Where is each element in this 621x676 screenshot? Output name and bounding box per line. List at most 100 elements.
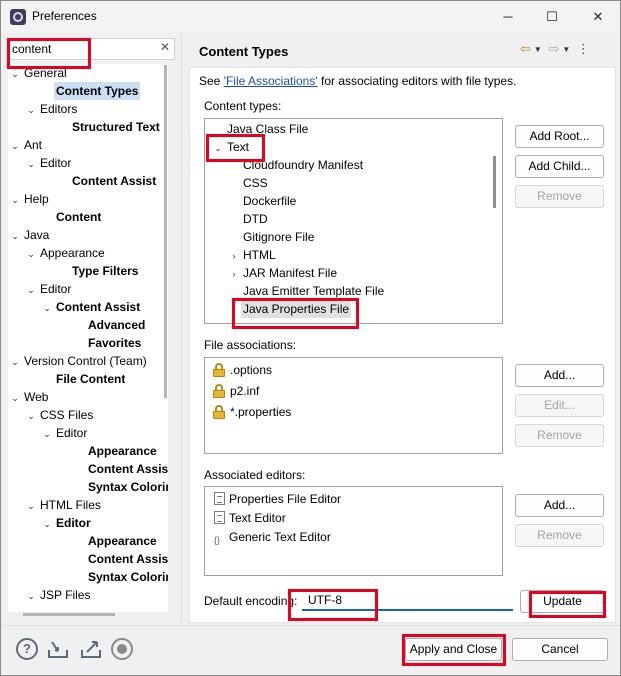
content-types-scrollbar[interactable] bbox=[493, 156, 496, 208]
remove-content-type-button[interactable]: Remove bbox=[515, 185, 604, 208]
clear-filter-icon[interactable]: ✕ bbox=[160, 40, 170, 54]
import-preferences-icon[interactable] bbox=[47, 638, 69, 660]
remove-file-association-button[interactable]: Remove bbox=[515, 424, 604, 447]
close-window-button[interactable]: ✕ bbox=[576, 1, 620, 32]
tree-item[interactable]: ⌄ General bbox=[8, 64, 69, 82]
tree-item[interactable]: Appearance bbox=[72, 442, 159, 460]
minimize-button[interactable]: ─ bbox=[486, 1, 530, 32]
content-type-item[interactable]: Cloudfoundry Manifest bbox=[227, 156, 365, 174]
tree-item[interactable]: ⌄ Appearance bbox=[24, 244, 107, 262]
add-child-button[interactable]: Add Child... bbox=[515, 155, 604, 178]
content-type-item[interactable]: Java Emitter Template File bbox=[227, 282, 386, 300]
expand-chevron-icon[interactable]: ⌄ bbox=[24, 407, 38, 425]
expand-chevron-icon[interactable]: ⌄ bbox=[24, 497, 38, 515]
expand-chevron-icon[interactable]: ⌄ bbox=[211, 139, 225, 157]
expand-chevron-icon[interactable]: ⌄ bbox=[8, 137, 22, 155]
expand-chevron-icon[interactable]: ⌄ bbox=[8, 227, 22, 245]
tree-item[interactable]: ⌄ HTML Files bbox=[24, 496, 103, 514]
tree-item-label: Editor bbox=[56, 516, 91, 530]
edit-file-association-button[interactable]: Edit... bbox=[515, 394, 604, 417]
tree-item[interactable]: Syntax Coloring bbox=[72, 478, 168, 496]
expand-chevron-icon[interactable]: ⌄ bbox=[40, 515, 54, 533]
record-icon[interactable] bbox=[111, 638, 133, 660]
tree-item[interactable]: Type Filters bbox=[56, 262, 140, 280]
tree-item[interactable]: ⌄ Content Assist bbox=[40, 298, 142, 316]
filter-input[interactable] bbox=[12, 41, 152, 57]
file-association-item[interactable]: .options bbox=[205, 361, 272, 379]
file-association-item[interactable]: *.properties bbox=[205, 403, 291, 421]
content-type-item[interactable]: Java Properties File bbox=[227, 300, 352, 318]
tree-item[interactable]: ⌄ Editor bbox=[40, 514, 93, 532]
tree-item[interactable]: Content Assist bbox=[72, 460, 168, 478]
content-type-item[interactable]: Dockerfile bbox=[227, 192, 298, 210]
help-icon[interactable]: ? bbox=[16, 638, 38, 660]
tree-item[interactable]: Structured Text bbox=[56, 118, 162, 136]
tree-item[interactable]: ⌄ Web bbox=[8, 388, 50, 406]
content-type-item[interactable]: › JAR Manifest File bbox=[227, 264, 339, 282]
remove-editor-button[interactable]: Remove bbox=[515, 524, 604, 547]
apply-and-close-button[interactable]: Apply and Close bbox=[405, 638, 502, 661]
expand-chevron-icon[interactable]: › bbox=[227, 265, 241, 283]
expand-chevron-icon[interactable]: ⌄ bbox=[40, 299, 54, 317]
back-arrow-icon[interactable]: ⇦ bbox=[520, 41, 531, 57]
tree-item[interactable]: ⌄ CSS Files bbox=[24, 406, 95, 424]
expand-chevron-icon[interactable]: ⌄ bbox=[24, 281, 38, 299]
expand-chevron-icon[interactable]: ⌄ bbox=[40, 425, 54, 443]
expand-chevron-icon[interactable]: ⌄ bbox=[8, 191, 22, 209]
content-type-item[interactable]: DTD bbox=[227, 210, 270, 228]
associated-editor-item[interactable]: Text Editor bbox=[205, 509, 286, 527]
tree-item[interactable]: ⌄ Editors bbox=[24, 100, 79, 118]
tree-item[interactable]: Content Types bbox=[40, 82, 141, 100]
add-file-association-button[interactable]: Add... bbox=[515, 364, 604, 387]
tree-item[interactable]: ⌄ Help bbox=[8, 190, 51, 208]
tree-item[interactable]: Appearance bbox=[72, 532, 159, 550]
tree-item[interactable]: Content Assist bbox=[72, 550, 168, 568]
tree-item[interactable]: Advanced bbox=[72, 316, 147, 334]
content-type-item[interactable]: CSS bbox=[227, 174, 270, 192]
tree-item[interactable]: ⌄ Ant bbox=[8, 136, 44, 154]
tree-item[interactable]: Syntax Coloring bbox=[72, 568, 168, 586]
tree-item[interactable]: ⌄ JSP Files bbox=[24, 586, 92, 604]
forward-dropdown-icon[interactable]: ▼ bbox=[562, 45, 570, 54]
content-type-item[interactable]: ⌄ Text bbox=[211, 138, 251, 156]
default-encoding-input[interactable] bbox=[308, 592, 498, 608]
expand-chevron-icon[interactable]: ⌄ bbox=[8, 65, 22, 83]
cancel-button[interactable]: Cancel bbox=[512, 638, 608, 661]
tree-item-label: Version Control (Team) bbox=[24, 354, 147, 368]
tree-item[interactable]: ⌄ Version Control (Team) bbox=[8, 352, 149, 370]
tree-item[interactable]: ⌄ Java bbox=[8, 226, 51, 244]
view-menu-icon[interactable]: ⋮ bbox=[577, 41, 590, 57]
tree-item[interactable]: Content Assist bbox=[56, 172, 158, 190]
content-type-item[interactable]: Gitignore File bbox=[227, 228, 316, 246]
add-editor-button[interactable]: Add... bbox=[515, 494, 604, 517]
tree-vertical-scrollbar[interactable] bbox=[164, 65, 167, 398]
content-type-item[interactable]: › HTML bbox=[227, 246, 278, 264]
associated-editor-item[interactable]: {} Generic Text Editor bbox=[205, 528, 331, 546]
file-association-item[interactable]: p2.inf bbox=[205, 382, 259, 400]
expand-chevron-icon[interactable]: › bbox=[227, 247, 241, 265]
expand-chevron-icon[interactable]: ⌄ bbox=[8, 389, 22, 407]
expand-chevron-icon[interactable]: ⌄ bbox=[24, 587, 38, 605]
expand-chevron-icon[interactable]: ⌄ bbox=[8, 353, 22, 371]
associated-editor-item[interactable]: Properties File Editor bbox=[205, 490, 341, 508]
tree-item[interactable]: ⌄ Editor bbox=[40, 424, 89, 442]
encoding-field bbox=[302, 591, 513, 611]
content-type-item[interactable]: Java Class File bbox=[211, 120, 310, 138]
tree-item[interactable]: ⌄ Editor bbox=[24, 280, 73, 298]
tree-horizontal-scrollbar[interactable] bbox=[23, 613, 115, 616]
maximize-button[interactable]: ☐ bbox=[530, 1, 574, 32]
forward-arrow-icon[interactable]: ⇨ bbox=[548, 41, 559, 57]
tree-item[interactable]: Content bbox=[40, 208, 103, 226]
expand-chevron-icon[interactable]: ⌄ bbox=[24, 101, 38, 119]
tree-item[interactable]: File Content bbox=[40, 370, 127, 388]
tree-item[interactable]: Favorites bbox=[72, 334, 143, 352]
update-button[interactable]: Update bbox=[520, 590, 605, 613]
pane-divider[interactable] bbox=[181, 35, 182, 621]
back-dropdown-icon[interactable]: ▼ bbox=[534, 45, 542, 54]
tree-item[interactable]: ⌄ Editor bbox=[24, 154, 73, 172]
export-preferences-icon[interactable] bbox=[80, 638, 102, 660]
expand-chevron-icon[interactable]: ⌄ bbox=[24, 245, 38, 263]
file-associations-link[interactable]: 'File Associations' bbox=[224, 74, 318, 88]
add-root-button[interactable]: Add Root... bbox=[515, 125, 604, 148]
expand-chevron-icon[interactable]: ⌄ bbox=[24, 155, 38, 173]
